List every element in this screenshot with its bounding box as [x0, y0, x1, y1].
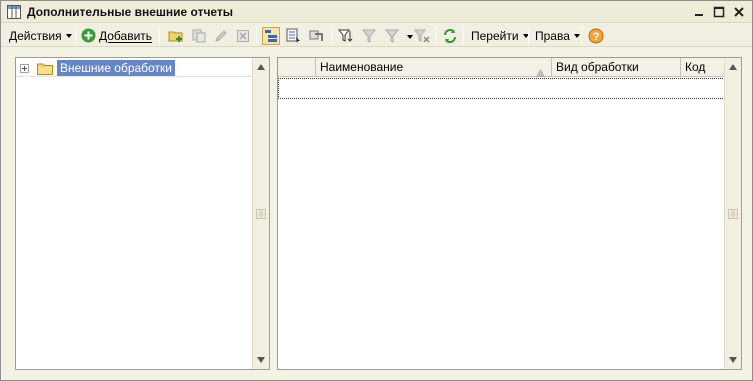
column-header-label: Вид обработки [556, 60, 639, 74]
column-header-label: Наименование [320, 60, 404, 74]
delete-icon[interactable] [234, 27, 252, 45]
clear-filter-icon[interactable] [413, 27, 431, 45]
scroll-thumb[interactable] [256, 208, 266, 219]
folder-icon [37, 62, 53, 75]
tree-item-label: Внешние обработки [57, 60, 175, 76]
vertical-scrollbar[interactable] [252, 58, 269, 369]
edit-icon[interactable] [212, 27, 230, 45]
filter-icon[interactable] [337, 27, 355, 45]
sort-asc-icon [536, 64, 545, 78]
help-icon[interactable]: ? [587, 27, 605, 45]
tree-item-root[interactable]: Внешние обработки [20, 60, 175, 76]
toolbar: Действия Добавить Перейти Права ? [1, 24, 752, 47]
goto-menu[interactable]: Перейти [471, 25, 529, 46]
column-header-code[interactable]: Код [681, 58, 725, 77]
toolbar-separator [528, 27, 529, 44]
tree-view-icon[interactable] [262, 27, 280, 45]
window-title: Дополнительные внешние отчеты [27, 5, 234, 19]
column-header-blank[interactable] [278, 58, 316, 77]
chevron-down-icon [65, 33, 72, 38]
divider [16, 76, 253, 77]
scroll-thumb[interactable] [728, 208, 738, 219]
actions-menu[interactable]: Действия [9, 25, 72, 46]
add-icon [81, 28, 96, 43]
toolbar-separator [463, 27, 464, 44]
table-header: Наименование Вид обработки Код [278, 58, 725, 78]
window: Дополнительные внешние отчеты Действия Д… [0, 0, 753, 381]
rights-label: Права [535, 28, 570, 43]
svg-text:?: ? [593, 31, 600, 43]
close-button[interactable] [731, 4, 747, 20]
toolbar-separator [256, 27, 257, 44]
toolbar-separator [581, 27, 582, 44]
add-label: Добавить [99, 28, 153, 43]
scroll-down-icon[interactable] [257, 357, 265, 363]
toolbar-separator [159, 27, 160, 44]
table-row[interactable] [278, 78, 725, 99]
scroll-down-icon[interactable] [729, 357, 737, 363]
filter-list-icon[interactable] [383, 27, 401, 45]
rights-menu[interactable]: Права [535, 25, 580, 46]
chevron-down-icon [573, 33, 580, 38]
copy-icon[interactable] [190, 27, 208, 45]
toolbar-separator [435, 27, 436, 44]
expand-icon[interactable] [20, 63, 29, 73]
filter-by-value-icon[interactable] [360, 27, 378, 45]
column-header-label: Код [685, 60, 706, 74]
vertical-scrollbar[interactable] [724, 58, 741, 369]
column-header-name[interactable]: Наименование [316, 58, 552, 78]
add-folder-icon[interactable] [167, 27, 185, 45]
toolbar-separator [75, 27, 76, 44]
folder-tree[interactable]: Внешние обработки [15, 57, 270, 370]
title-bar: Дополнительные внешние отчеты [1, 1, 752, 23]
goto-label: Перейти [471, 28, 519, 43]
maximize-button[interactable] [711, 4, 727, 20]
refresh-icon[interactable] [441, 27, 459, 45]
table-icon [7, 5, 21, 19]
add-button[interactable]: Добавить [81, 25, 152, 46]
column-header-kind[interactable]: Вид обработки [552, 58, 681, 77]
minimize-button[interactable] [691, 4, 707, 20]
items-table[interactable]: Наименование Вид обработки Код [277, 57, 742, 370]
scroll-up-icon[interactable] [257, 64, 265, 70]
toolbar-separator [331, 27, 332, 44]
scroll-up-icon[interactable] [729, 64, 737, 70]
actions-label: Действия [9, 28, 62, 43]
list-view-icon[interactable] [285, 27, 303, 45]
hierarchy-icon[interactable] [308, 27, 326, 45]
